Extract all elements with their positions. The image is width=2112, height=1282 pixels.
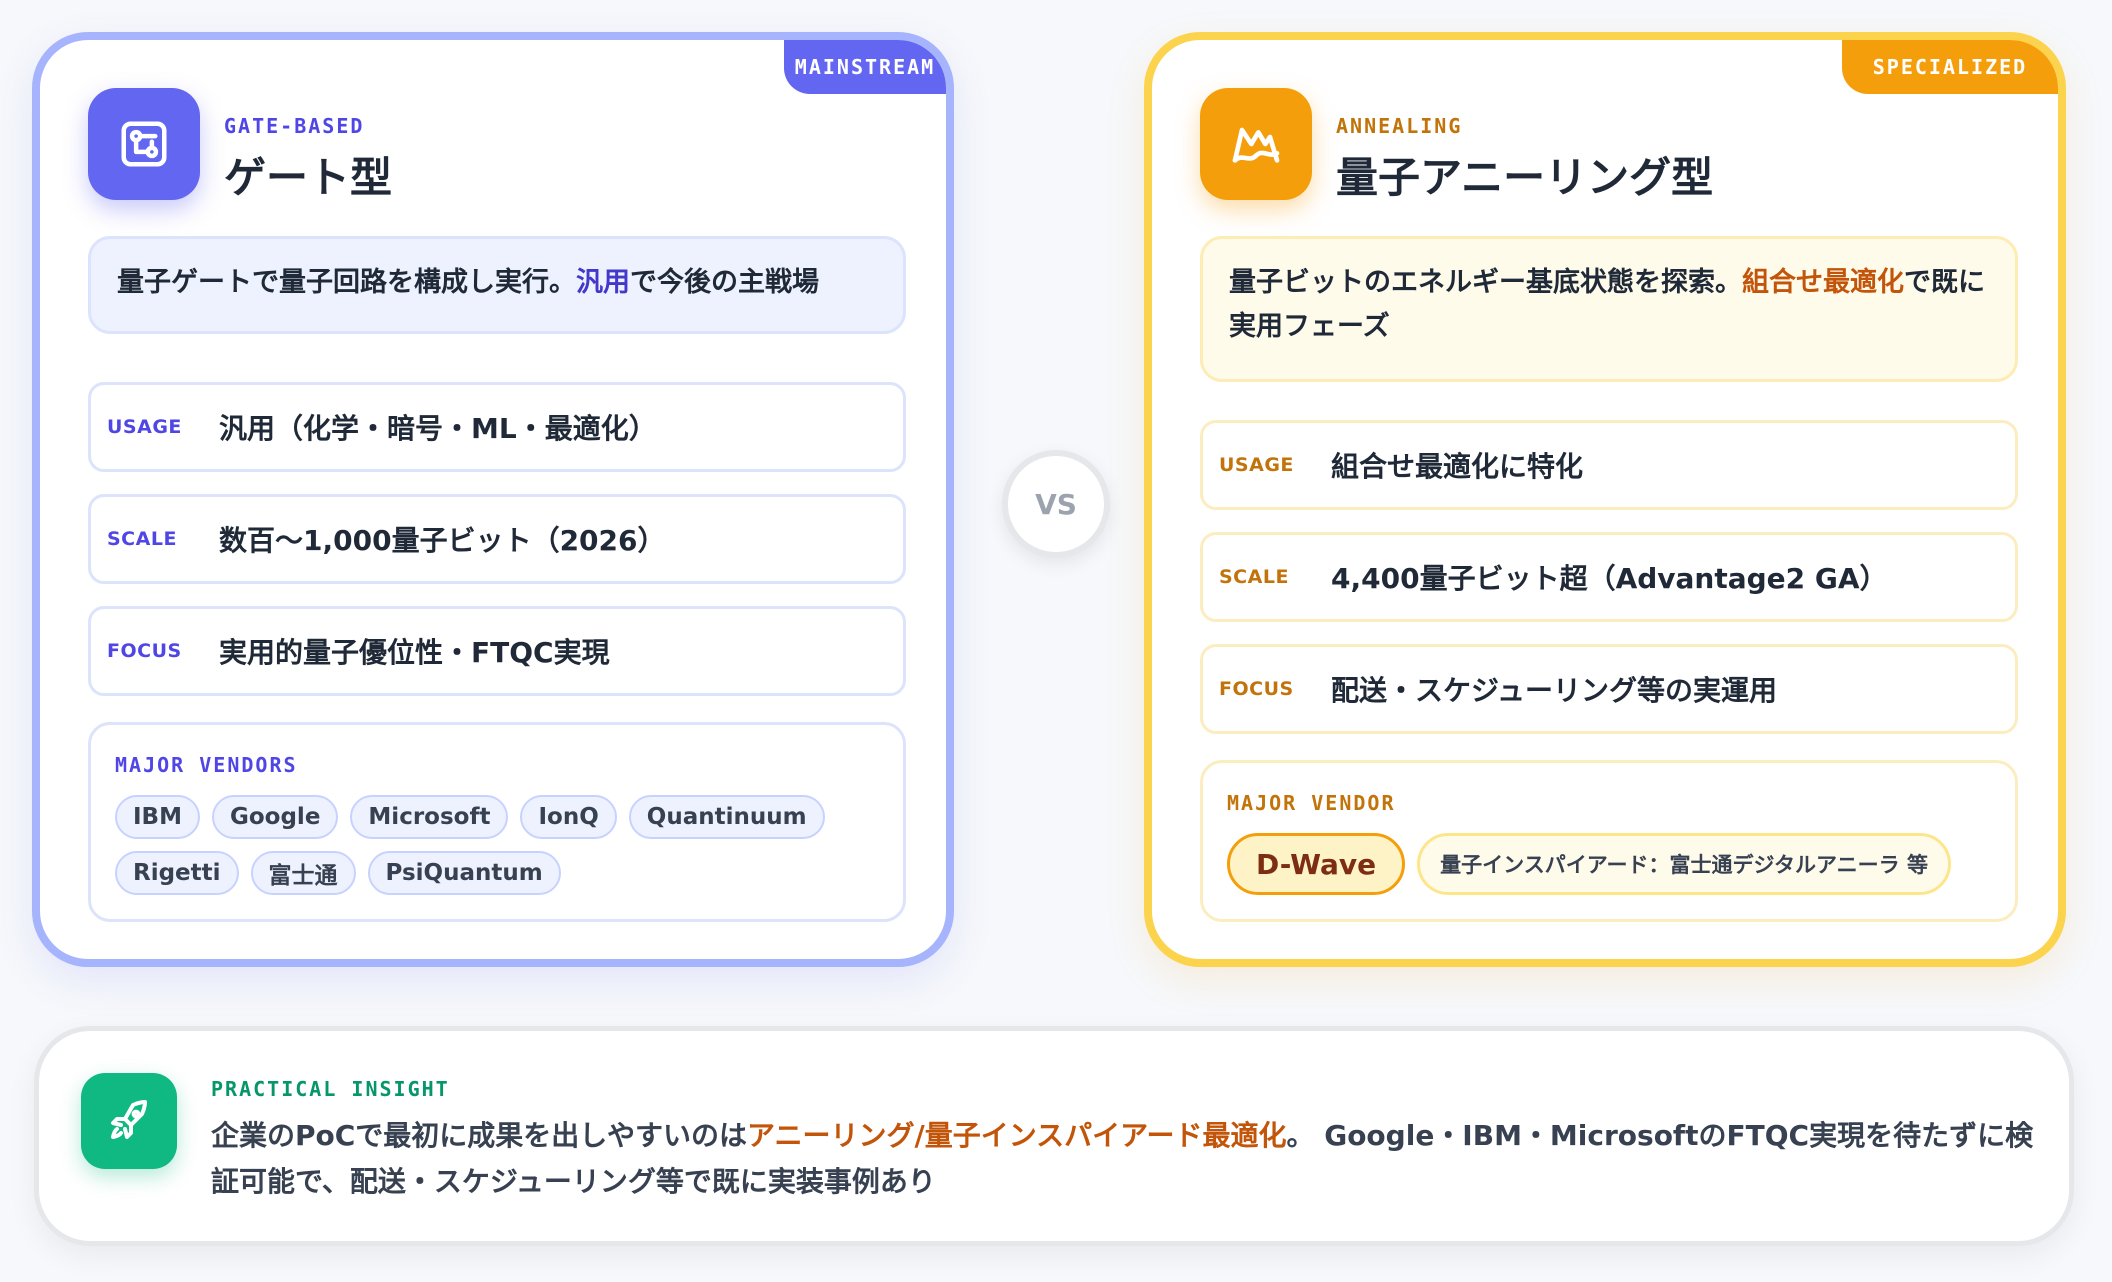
vendor-chip: IBM bbox=[115, 795, 200, 839]
usage-label: USAGE bbox=[1219, 454, 1294, 476]
anneal-title: 量子アニーリング型 bbox=[1336, 153, 1714, 202]
vendor-chip: Google bbox=[211, 795, 339, 839]
anneal-desc-highlight: 組合せ最適化 bbox=[1742, 267, 1904, 298]
vendor-chip: 富士通 bbox=[250, 851, 356, 895]
vendor-chip: Rigetti bbox=[115, 851, 239, 895]
insight-highlight: アニーリング/量子インスパイアード最適化 bbox=[747, 1119, 1287, 1152]
vendor-chips: D-Wave 量子インスパイアード：富士通デジタルアニーラ 等 bbox=[1227, 833, 1991, 895]
sub-vendor-chip: 量子インスパイアード：富士通デジタルアニーラ 等 bbox=[1417, 833, 1951, 895]
focus-label: FOCUS bbox=[107, 640, 182, 662]
gate-focus-row: FOCUS 実用的量子優位性・FTQC実現 bbox=[88, 606, 906, 696]
insight-text: 企業のPoCで最初に成果を出しやすいのはアニーリング/量子インスパイアード最適化… bbox=[211, 1113, 2051, 1205]
annealing-card: SPECIALIZED ANNEALING 量子アニーリング型 量子ビットのエネ… bbox=[1144, 32, 2066, 967]
gate-scale-row: SCALE 数百〜1,000量子ビット（2026） bbox=[88, 494, 906, 584]
insight-kicker: PRACTICAL INSIGHT bbox=[211, 1077, 450, 1101]
focus-value: 実用的量子優位性・FTQC実現 bbox=[219, 636, 610, 669]
vendor-heading: MAJOR VENDOR bbox=[1227, 791, 1396, 815]
scale-value: 4,400量子ビット超（Advantage2 GA） bbox=[1331, 562, 1888, 595]
vendor-chip: Quantinuum bbox=[628, 795, 825, 839]
anneal-description: 量子ビットのエネルギー基底状態を探索。組合せ最適化で既に実用フェーズ bbox=[1200, 236, 2018, 382]
main-vendor-chip: D-Wave bbox=[1227, 833, 1406, 895]
usage-value: 汎用（化学・暗号・ML・最適化） bbox=[219, 412, 657, 445]
scale-value: 数百〜1,000量子ビット（2026） bbox=[219, 524, 666, 557]
gate-based-card: MAINSTREAM GATE-BASED ゲート型 量子ゲートで量子回路を構成… bbox=[32, 32, 954, 967]
scale-label: SCALE bbox=[107, 528, 177, 550]
circuit-icon bbox=[88, 88, 200, 200]
vendor-chips: IBM Google Microsoft IonQ Quantinuum Rig… bbox=[115, 795, 879, 895]
anneal-kicker: ANNEALING bbox=[1336, 114, 1463, 138]
anneal-desc-text: 量子ビットのエネルギー基底状態を探索。 bbox=[1229, 267, 1742, 298]
specialized-ribbon: SPECIALIZED bbox=[1842, 40, 2058, 94]
focus-label: FOCUS bbox=[1219, 678, 1294, 700]
anneal-vendors-box: MAJOR VENDOR D-Wave 量子インスパイアード：富士通デジタルアニ… bbox=[1200, 760, 2018, 922]
anneal-scale-row: SCALE 4,400量子ビット超（Advantage2 GA） bbox=[1200, 532, 2018, 622]
gate-desc-text-end: で今後の主戦場 bbox=[630, 267, 819, 298]
gate-kicker: GATE-BASED bbox=[224, 114, 365, 138]
usage-value: 組合せ最適化に特化 bbox=[1331, 450, 1584, 483]
practical-insight-panel: PRACTICAL INSIGHT 企業のPoCで最初に成果を出しやすいのはアニ… bbox=[34, 1026, 2074, 1246]
rocket-icon bbox=[81, 1073, 177, 1169]
gate-vendors-box: MAJOR VENDORS IBM Google Microsoft IonQ … bbox=[88, 722, 906, 922]
vs-badge: VS bbox=[1002, 450, 1110, 558]
usage-label: USAGE bbox=[107, 416, 182, 438]
gate-description: 量子ゲートで量子回路を構成し実行。汎用で今後の主戦場 bbox=[88, 236, 906, 334]
insight-text-start: 企業のPoCで最初に成果を出しやすいのは bbox=[211, 1119, 748, 1152]
gate-usage-row: USAGE 汎用（化学・暗号・ML・最適化） bbox=[88, 382, 906, 472]
vendor-chip: IonQ bbox=[520, 795, 617, 839]
vendors-heading: MAJOR VENDORS bbox=[115, 753, 298, 777]
gate-title: ゲート型 bbox=[224, 153, 393, 202]
anneal-usage-row: USAGE 組合せ最適化に特化 bbox=[1200, 420, 2018, 510]
mountain-wave-icon bbox=[1200, 88, 1312, 200]
focus-value: 配送・スケジューリング等の実運用 bbox=[1331, 674, 1778, 707]
vendor-chip: PsiQuantum bbox=[367, 851, 561, 895]
anneal-focus-row: FOCUS 配送・スケジューリング等の実運用 bbox=[1200, 644, 2018, 734]
mainstream-ribbon: MAINSTREAM bbox=[784, 40, 946, 94]
scale-label: SCALE bbox=[1219, 566, 1289, 588]
gate-desc-highlight: 汎用 bbox=[576, 267, 630, 298]
gate-desc-text: 量子ゲートで量子回路を構成し実行。 bbox=[117, 267, 576, 298]
vendor-chip: Microsoft bbox=[350, 795, 509, 839]
